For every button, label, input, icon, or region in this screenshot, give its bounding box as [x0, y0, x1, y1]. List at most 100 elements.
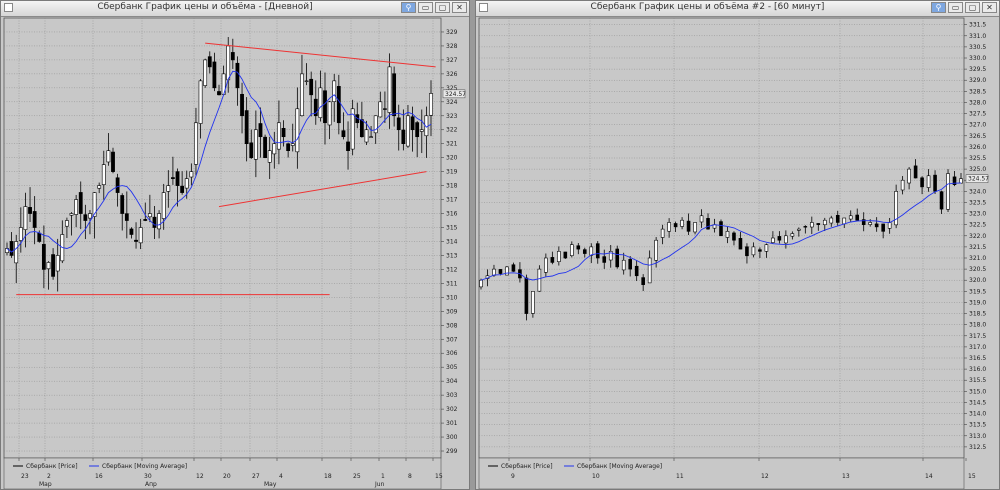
candle-body: [822, 219, 827, 226]
plot-area[interactable]: [478, 17, 965, 459]
daily-chart-window[interactable]: Сбербанк График цены и объёма - [Дневной…: [0, 0, 470, 490]
candle-body: [874, 223, 879, 228]
candle-body: [835, 214, 840, 223]
candle-body: [171, 177, 175, 179]
candle-body: [120, 195, 125, 214]
x-tick-label: 15: [435, 473, 443, 480]
candle-body: [634, 265, 639, 277]
candle-body: [816, 223, 821, 225]
maximize-icon[interactable]: ▢: [965, 2, 980, 13]
y-tick-label: 316.0: [969, 366, 986, 373]
y-tick-label: 327: [446, 57, 458, 64]
candle-body: [913, 165, 918, 179]
x-month-label: Jun: [374, 481, 385, 488]
x-tick-label: 2: [47, 473, 51, 480]
legend-ma-label: Сбербанк [Moving Average]: [102, 463, 187, 470]
candle-body: [647, 257, 652, 284]
candle-body: [660, 228, 665, 238]
y-tick-label: 317: [446, 197, 458, 204]
candle-body: [415, 122, 420, 138]
candle-body: [531, 291, 535, 314]
candle-body: [576, 245, 581, 250]
candle-body: [28, 207, 32, 214]
close-icon[interactable]: ✕: [982, 2, 997, 13]
y-tick-label: 323: [446, 113, 458, 120]
candle-body: [304, 80, 309, 82]
titlebar[interactable]: Сбербанк График цены и объёма #2 - [60 м…: [476, 1, 999, 17]
maximize-icon[interactable]: ▢: [435, 2, 450, 13]
x-month-label: Мар: [39, 481, 52, 488]
candle-body: [336, 86, 341, 124]
candle-body: [207, 56, 212, 68]
candle-body: [143, 219, 148, 221]
candle-body: [161, 192, 166, 219]
candle-body: [706, 218, 710, 230]
candle-body: [544, 257, 548, 273]
close-icon[interactable]: ✕: [452, 2, 467, 13]
candle-body: [771, 237, 775, 243]
candle-body: [134, 239, 138, 242]
candle-body: [369, 136, 373, 138]
candle-body: [602, 256, 607, 263]
candle: [263, 134, 267, 159]
y-tick-label: 324: [446, 99, 458, 106]
hourly-price-chart[interactable]: 312.5 313.0 313.5 314.0 314.5 315.0 315.5 316.0…: [476, 16, 999, 489]
candle-body: [212, 61, 217, 89]
candle-body: [78, 192, 83, 214]
y-tick-label: 304: [446, 378, 458, 385]
x-tick-label: 15: [968, 473, 976, 480]
titlebar[interactable]: Сбербанк График цены и объёма - [Дневной…: [1, 1, 469, 17]
y-tick-label: 330.0: [969, 55, 986, 62]
candle-body: [327, 101, 332, 126]
hourly-chart-window[interactable]: Сбербанк График цены и объёма #2 - [60 м…: [475, 0, 1000, 490]
x-tick-label: 25: [353, 473, 361, 480]
candle-body: [881, 223, 885, 232]
y-tick-label: 309: [446, 308, 458, 315]
last-price-label: 324.57: [968, 176, 989, 183]
candle-body: [74, 199, 79, 215]
y-tick-label: 324.0: [969, 188, 986, 195]
legend-price-label: Сбербанк [Price]: [501, 463, 553, 470]
candle-body: [106, 150, 111, 163]
pin-icon[interactable]: ⚲: [401, 2, 416, 13]
candle: [505, 266, 509, 276]
candle-body: [498, 269, 503, 274]
y-tick-label: 305: [446, 364, 458, 371]
candle-body: [959, 178, 963, 184]
daily-price-chart[interactable]: 2993003013023033043053063073083093103113…: [1, 16, 469, 489]
candle-body: [175, 171, 180, 186]
y-tick-label: 321: [446, 141, 458, 148]
candle-body: [557, 251, 561, 263]
y-tick-label: 327.5: [969, 111, 986, 118]
minimize-icon[interactable]: ▭: [948, 2, 963, 13]
candle-body: [939, 191, 944, 210]
minimize-icon[interactable]: ▭: [418, 2, 433, 13]
candle-body: [406, 115, 410, 147]
y-tick-label: 322: [446, 127, 458, 134]
candle-body: [829, 217, 834, 224]
x-tick-label: 23: [21, 473, 29, 480]
candle-body: [300, 73, 304, 116]
candle-body: [318, 87, 323, 118]
candle-body: [732, 232, 736, 241]
candle-body: [244, 110, 249, 145]
y-tick-label: 325.5: [969, 155, 986, 162]
candle-body: [272, 143, 277, 155]
candle-body: [23, 206, 28, 230]
y-tick-label: 316.5: [969, 355, 986, 362]
candle-body: [699, 215, 704, 223]
candle-body: [111, 151, 115, 172]
candle-body: [511, 264, 516, 272]
candle-body: [189, 171, 194, 178]
candle-body: [290, 143, 295, 146]
pin-icon[interactable]: ⚲: [931, 2, 946, 13]
candle-body: [790, 233, 795, 237]
candle-body: [157, 213, 161, 230]
candle-body: [563, 251, 568, 259]
window-title: Сбербанк График цены и объёма - [Дневной…: [97, 2, 313, 12]
candle-body: [332, 80, 337, 102]
candle-body: [764, 244, 769, 252]
y-tick-label: 310: [446, 294, 458, 301]
candle-body: [855, 214, 860, 221]
candle-body: [738, 238, 743, 250]
